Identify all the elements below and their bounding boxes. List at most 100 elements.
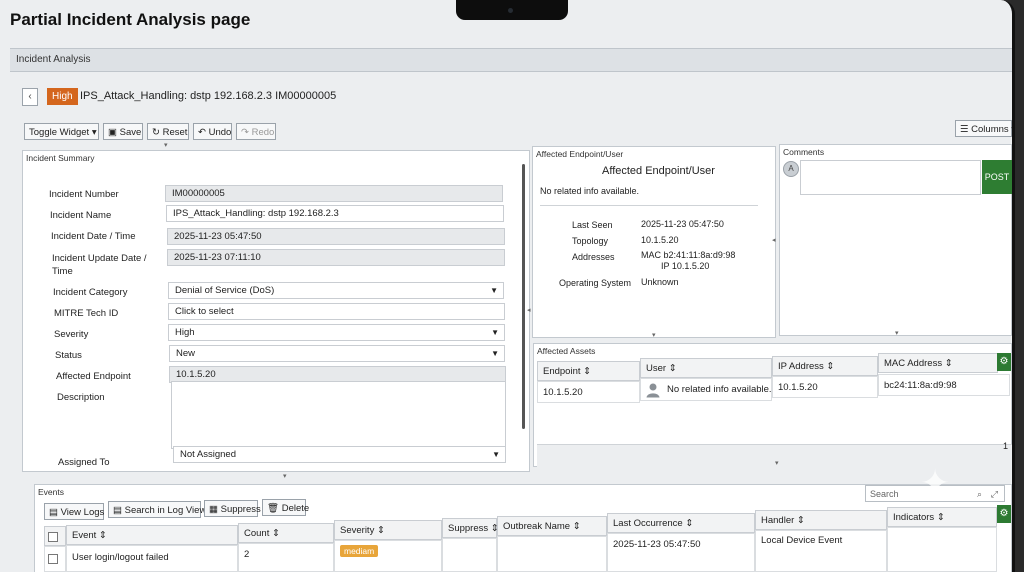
event-count-cell: 2 (238, 543, 334, 572)
affected-endpoint-label: Affected Endpoint (56, 371, 131, 382)
search-log-view-button[interactable]: ▤ Search in Log View (108, 501, 206, 518)
collapse-arrow-icon[interactable]: ▾ (164, 141, 168, 149)
avatar: A (783, 161, 799, 177)
status-select[interactable]: New ▼ (169, 345, 505, 362)
topology-label: Topology (572, 236, 609, 246)
os-value: Unknown (641, 277, 679, 287)
comment-input[interactable] (800, 160, 981, 195)
page-title: Partial Incident Analysis page (10, 10, 251, 29)
reset-button[interactable]: ↻ Reset (147, 123, 189, 140)
caret-down-icon: ▼ (490, 286, 498, 295)
divider (540, 205, 758, 206)
user-icon (646, 383, 660, 398)
assigned-to-value: Not Assigned (180, 449, 236, 460)
severity-select[interactable]: High ▼ (168, 324, 505, 341)
save-label: Save (119, 127, 142, 138)
incident-number-label: Incident Number (49, 189, 119, 200)
col-event[interactable]: Event ⇕ (66, 525, 238, 545)
gear-icon[interactable]: ⚙ (997, 353, 1011, 371)
trash-icon: 🗑 (267, 503, 282, 514)
suppress-label: Suppress (220, 504, 261, 515)
last-seen-value: 2025-11-23 05:47:50 (641, 219, 724, 229)
events-title: Events (38, 487, 64, 497)
select-all-checkbox[interactable] (48, 532, 58, 542)
col-handler[interactable]: Handler ⇕ (755, 510, 887, 530)
view-logs-label: View Logs (60, 507, 105, 518)
incident-category-label: Incident Category (53, 287, 128, 298)
assigned-to-select[interactable]: Not Assigned ▼ (173, 446, 506, 463)
collapse-arrow-icon[interactable]: ▾ (652, 331, 656, 339)
incident-summary-title: Incident Summary (26, 153, 95, 163)
collapse-arrow-icon[interactable]: ▾ (895, 329, 899, 337)
incident-update-label-line2: Time (52, 266, 73, 277)
status-label: Status (55, 350, 82, 361)
col-outbreak-name[interactable]: Outbreak Name ⇕ (497, 516, 607, 536)
event-indicators-cell (887, 527, 997, 572)
save-button[interactable]: ▣ Save (103, 123, 143, 140)
last-seen-label: Last Seen (572, 220, 613, 230)
affected-endpoint-panel-title: Affected Endpoint/User (536, 149, 624, 159)
floppy-icon: ▣ (108, 127, 120, 138)
caret-down-icon: ▼ (492, 450, 500, 459)
mitre-tech-id-label: MITRE Tech ID (54, 308, 119, 319)
col-endpoint[interactable]: Endpoint ⇕ (537, 361, 640, 381)
undo-button[interactable]: ↶ Undo (193, 123, 232, 140)
col-count[interactable]: Count ⇕ (238, 523, 334, 543)
undo-icon: ↶ (198, 127, 209, 138)
suppress-button[interactable]: ▦ Suppress (204, 500, 261, 517)
mitre-tech-id-field[interactable]: Click to select (168, 303, 505, 320)
col-ip-address[interactable]: IP Address ⇕ (772, 356, 878, 376)
search-log-label: Search in Log View (124, 505, 207, 516)
col-mac-address[interactable]: MAC Address ⇕ (878, 353, 998, 373)
col-user[interactable]: User ⇕ (640, 358, 772, 378)
collapse-arrow-icon[interactable]: ▾ (775, 459, 779, 467)
post-button[interactable]: POST (982, 160, 1012, 194)
incident-category-select[interactable]: Denial of Service (DoS) ▼ (168, 282, 504, 299)
description-label: Description (57, 392, 105, 403)
columns-icon: ☰ (960, 124, 972, 135)
comments-title: Comments (783, 147, 825, 157)
status-value: New (176, 348, 196, 359)
section-header-bar: Incident Analysis (10, 48, 1012, 72)
resize-handle-icon[interactable]: ◂ (527, 306, 531, 314)
redo-button[interactable]: ↷ Redo (236, 123, 276, 140)
columns-button[interactable]: ☰ Columns ▾ (955, 120, 1012, 137)
gear-icon[interactable]: ⚙ (997, 505, 1011, 523)
row-checkbox[interactable] (48, 554, 58, 564)
search-icon[interactable]: ⌕ (977, 486, 982, 502)
affected-assets-title: Affected Assets (537, 346, 596, 356)
camera-notch (456, 0, 568, 20)
incident-name-field[interactable]: IPS_Attack_Handling: dstp 192.168.2.3 (166, 205, 504, 222)
back-button[interactable]: ‹ (22, 88, 38, 106)
severity-label: Severity (54, 329, 89, 340)
col-severity[interactable]: Severity ⇕ (334, 520, 442, 540)
refresh-icon: ↻ (152, 127, 163, 138)
redo-icon: ↷ (241, 127, 252, 138)
incident-update-field: 2025-11-23 07:11:10 (167, 249, 505, 266)
col-last-occurrence[interactable]: Last Occurrence ⇕ (607, 513, 755, 533)
event-name-cell: User login/logout failed (66, 545, 238, 572)
incident-date-field: 2025-11-23 05:47:50 (167, 228, 505, 245)
sparkle-icon: ✦ (920, 462, 951, 503)
reset-label: Reset (162, 127, 188, 138)
delete-label: Delete (281, 503, 310, 514)
severity-medium-badge: mediam (340, 545, 379, 557)
app-screen: Partial Incident Analysis page Incident … (0, 0, 1015, 572)
affected-endpoint-heading: Affected Endpoint/User (602, 165, 715, 177)
view-logs-button[interactable]: ▤ View Logs (44, 503, 104, 520)
col-suppress[interactable]: Suppress ⇕ (442, 518, 499, 538)
delete-button[interactable]: 🗑 Delete (262, 499, 310, 516)
collapse-arrow-icon[interactable]: ▾ (283, 472, 287, 480)
expand-icon[interactable]: ⤢ (991, 486, 998, 502)
addresses-label: Addresses (572, 252, 615, 262)
description-textarea[interactable] (171, 381, 506, 449)
search-log-icon: ▤ (113, 505, 125, 516)
incident-category-value: Denial of Service (DoS) (175, 285, 275, 296)
caret-down-icon: ▼ (491, 328, 499, 337)
summary-scrollbar[interactable] (522, 164, 525, 429)
resize-handle-icon[interactable]: ◂ (772, 236, 776, 244)
log-icon: ▤ (49, 507, 61, 518)
incident-title: IPS_Attack_Handling: dstp 192.168.2.3 IM… (80, 90, 337, 102)
col-indicators[interactable]: Indicators ⇕ (887, 507, 997, 527)
toggle-widget-button[interactable]: Toggle Widget ▾ (24, 123, 99, 140)
